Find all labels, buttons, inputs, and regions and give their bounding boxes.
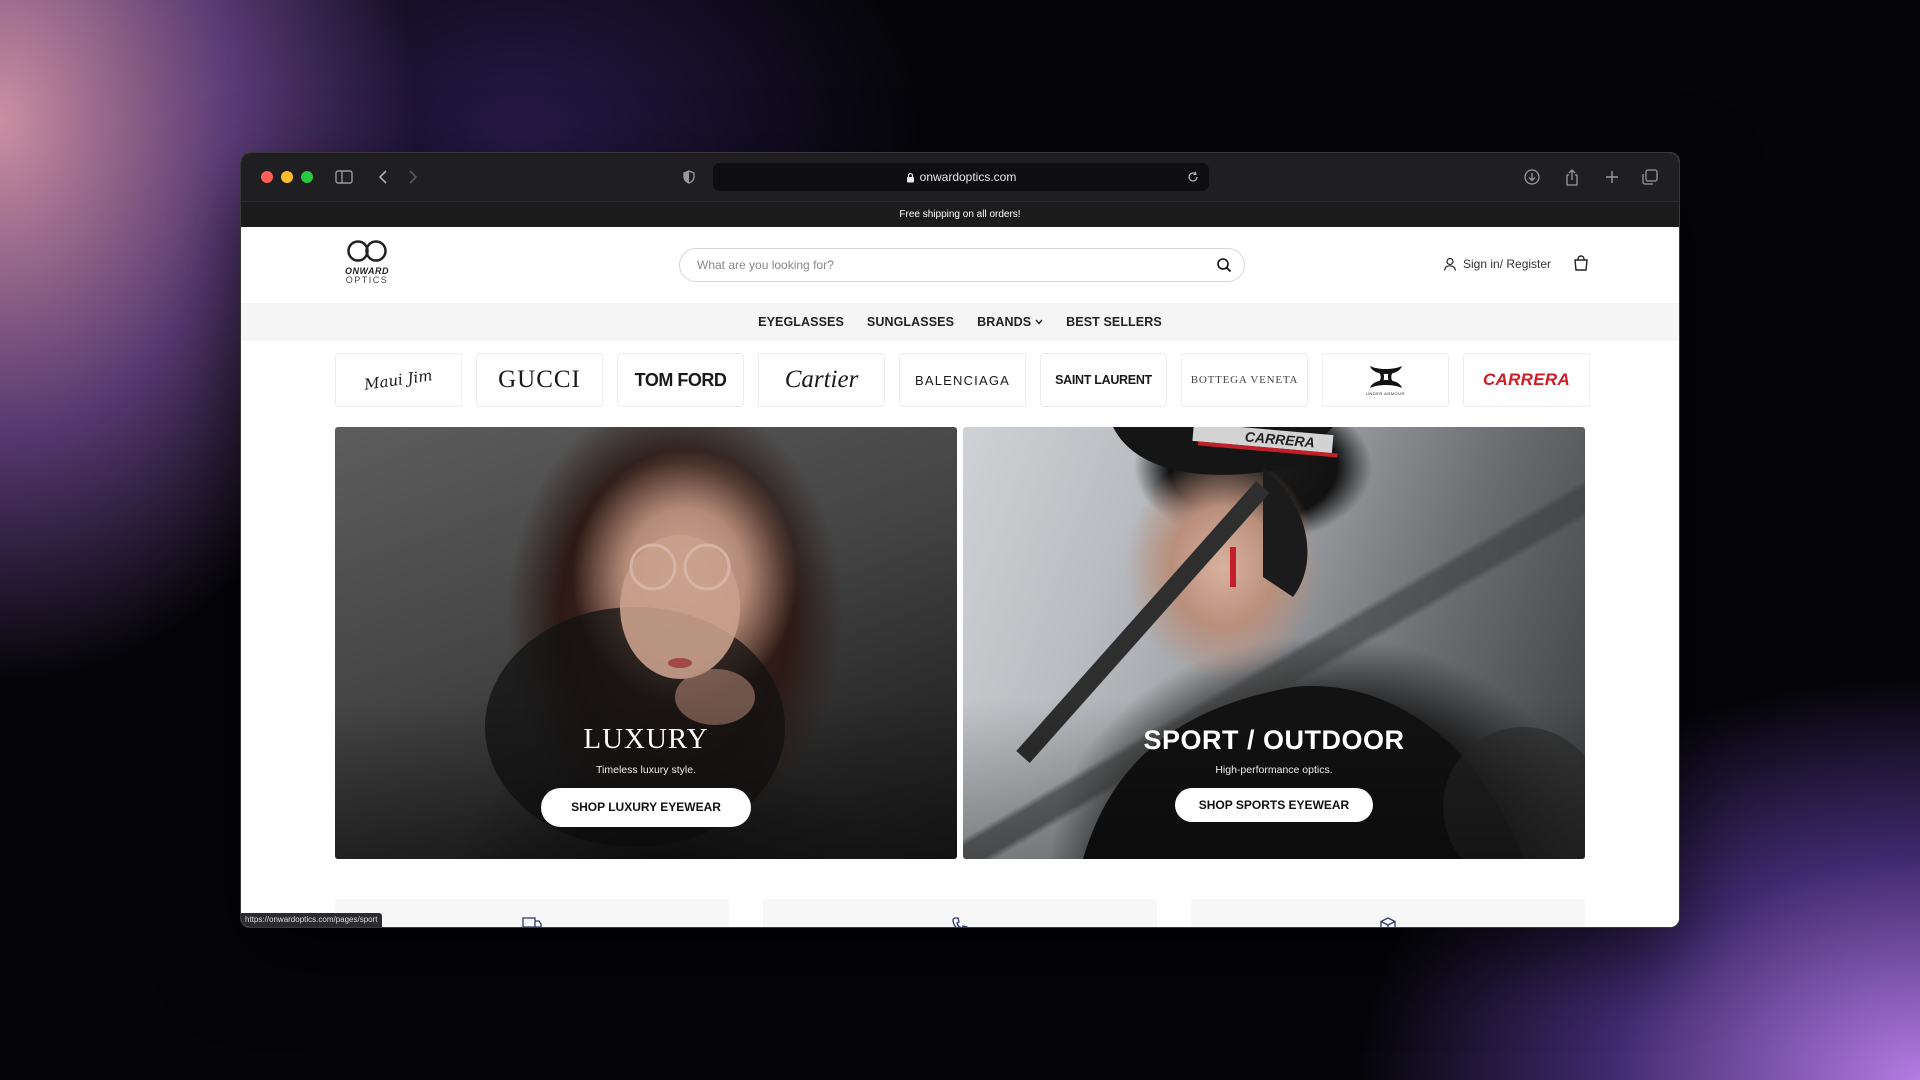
url-text: onwardoptics.com <box>919 170 1017 184</box>
sport-subtitle: High-performance optics. <box>1215 764 1333 776</box>
sign-in-label: Sign in/ Register <box>1463 257 1552 271</box>
tab-overview-icon[interactable] <box>1641 165 1659 189</box>
brand-maui-jim[interactable]: Maui Jim <box>335 353 462 407</box>
brand-under-armour-wordmark: UNDER ARMOUR <box>1366 391 1405 396</box>
brand-bottega-veneta-logo: BOTTEGA VENETA <box>1190 374 1299 386</box>
nav-brands[interactable]: BRANDS <box>977 315 1043 329</box>
brand-cartier-logo: Cartier <box>784 366 859 393</box>
downloads-icon[interactable] <box>1523 165 1541 189</box>
feature-cards <box>335 899 1585 927</box>
reload-icon[interactable] <box>1187 171 1199 183</box>
chevron-down-icon <box>1035 319 1043 325</box>
share-icon[interactable] <box>1563 165 1581 189</box>
privacy-shield-icon[interactable] <box>681 165 697 189</box>
brand-carrera-logo: CARRERA <box>1482 370 1571 389</box>
brand-under-armour[interactable]: UNDER ARMOUR <box>1322 353 1449 407</box>
announcement-bar: Free shipping on all orders! <box>241 201 1679 227</box>
under-armour-logo-icon <box>1369 366 1402 388</box>
sport-hero-text: SPORT / OUTDOOR High-performance optics.… <box>963 725 1585 822</box>
nav-brands-label: BRANDS <box>977 315 1032 329</box>
glasses-logo-icon <box>347 240 387 262</box>
browser-toolbar: onwardoptics.com <box>241 153 1679 201</box>
feature-card-support <box>763 899 1157 927</box>
luxury-subtitle: Timeless luxury style. <box>596 764 696 776</box>
luxury-hero-text: LUXURY Timeless luxury style. SHOP LUXUR… <box>335 723 957 827</box>
sport-title: SPORT / OUTDOOR <box>1143 725 1405 755</box>
brand-balenciaga[interactable]: BALENCIAGA <box>899 353 1026 407</box>
search-icon[interactable] <box>1216 257 1232 273</box>
logo-subtitle: OPTICS <box>345 275 389 285</box>
luxury-title: LUXURY <box>583 723 709 755</box>
sport-hero[interactable]: CARRERA SPORT / OUTDOOR High-performance… <box>963 427 1585 859</box>
luxury-hero[interactable]: LUXURY Timeless luxury style. SHOP LUXUR… <box>335 427 957 859</box>
announcement-text: Free shipping on all orders! <box>899 209 1021 220</box>
forward-icon[interactable] <box>405 165 421 189</box>
brand-tom-ford-logo: TOM FORD <box>634 369 727 390</box>
close-window-button[interactable] <box>261 171 273 183</box>
feature-card-shipping <box>335 899 729 927</box>
brand-carousel: Maui Jim GUCCI TOM FORD Cartier BALENCIA… <box>335 353 1590 407</box>
page-content: ONWARD OPTICS What are you looking for? … <box>241 227 1679 927</box>
brand-gucci-logo: GUCCI <box>498 366 581 393</box>
brand-cartier[interactable]: Cartier <box>758 353 885 407</box>
address-bar[interactable]: onwardoptics.com <box>713 163 1209 191</box>
back-icon[interactable] <box>375 165 391 189</box>
brand-saint-laurent-logo: SAINT LAURENT <box>1055 373 1152 387</box>
nav-best-sellers[interactable]: BEST SELLERS <box>1066 315 1162 329</box>
lock-icon <box>906 172 914 182</box>
search-input[interactable]: What are you looking for? <box>679 248 1245 282</box>
new-tab-icon[interactable] <box>1603 165 1621 189</box>
brand-balenciaga-logo: BALENCIAGA <box>914 372 1011 388</box>
nav-eyeglasses[interactable]: EYEGLASSES <box>758 315 844 329</box>
site-header: ONWARD OPTICS What are you looking for? … <box>241 227 1679 303</box>
minimize-window-button[interactable] <box>281 171 293 183</box>
brand-tom-ford[interactable]: TOM FORD <box>617 353 744 407</box>
brand-bottega-veneta[interactable]: BOTTEGA VENETA <box>1181 353 1308 407</box>
feature-card-returns <box>1191 899 1585 927</box>
status-bar-url: https://onwardoptics.com/pages/sport <box>241 913 382 927</box>
box-icon <box>1380 917 1396 927</box>
brand-saint-laurent[interactable]: SAINT LAURENT <box>1040 353 1167 407</box>
sign-in-link[interactable]: Sign in/ Register <box>1443 257 1551 271</box>
shop-luxury-button[interactable]: SHOP LUXURY EYEWEAR <box>541 788 751 827</box>
site-logo[interactable]: ONWARD OPTICS <box>335 239 399 291</box>
nav-sunglasses[interactable]: SUNGLASSES <box>867 315 954 329</box>
search-placeholder: What are you looking for? <box>697 258 834 272</box>
zoom-window-button[interactable] <box>301 171 313 183</box>
sidebar-toggle-icon[interactable] <box>333 165 355 189</box>
brand-maui-jim-logo: Maui Jim <box>363 366 434 394</box>
brand-carrera[interactable]: CARRERA <box>1463 353 1590 407</box>
browser-window: onwardoptics.com Free shipping on all or… <box>240 152 1680 928</box>
cart-icon[interactable] <box>1573 255 1589 276</box>
truck-icon <box>522 917 542 927</box>
phone-icon <box>952 917 968 927</box>
user-icon <box>1443 257 1457 271</box>
brand-gucci[interactable]: GUCCI <box>476 353 603 407</box>
shop-sports-button[interactable]: SHOP SPORTS EYEWEAR <box>1174 788 1374 822</box>
window-controls <box>261 171 313 183</box>
main-nav: EYEGLASSES SUNGLASSES BRANDS BEST SELLER… <box>241 303 1679 341</box>
